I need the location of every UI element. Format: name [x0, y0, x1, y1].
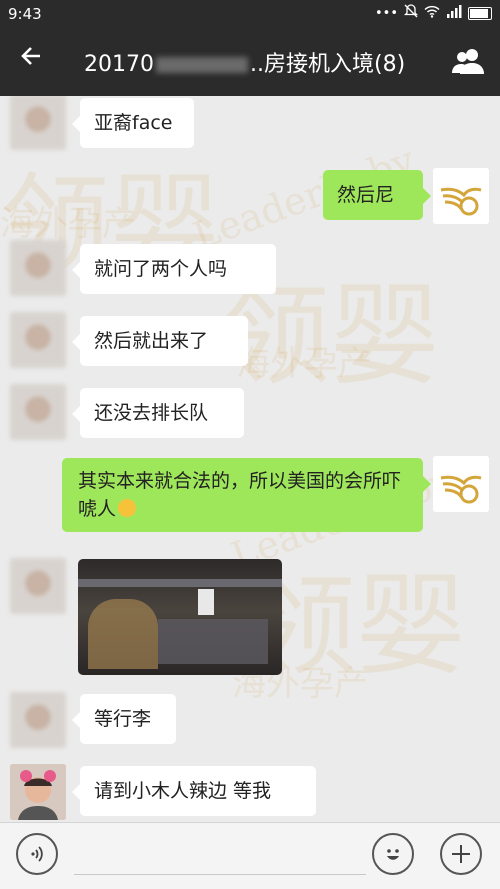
status-time: 9:43 — [8, 5, 42, 23]
avatar[interactable] — [10, 96, 66, 150]
avatar[interactable] — [10, 764, 66, 820]
message-bubble[interactable]: 亚裔face — [72, 98, 194, 148]
avatar-self[interactable] — [433, 456, 489, 512]
avatar[interactable] — [10, 384, 66, 440]
group-members-icon[interactable] — [452, 46, 486, 76]
voice-icon[interactable] — [16, 833, 58, 875]
photo-detail — [158, 619, 268, 664]
emoji-icon[interactable] — [372, 833, 414, 875]
photo-detail — [198, 589, 214, 615]
message-bubble[interactable]: 请到小木人辣边 等我 — [72, 766, 316, 816]
input-bar — [0, 822, 500, 889]
message-input[interactable] — [74, 874, 366, 875]
mute-bell-icon — [403, 4, 419, 22]
avatar[interactable] — [10, 240, 66, 296]
avatar[interactable] — [10, 312, 66, 368]
person-avatar-icon — [10, 764, 66, 820]
message-bubble-self[interactable]: 然后尼 — [323, 170, 431, 220]
message-image[interactable] — [78, 559, 282, 675]
chat-header: 20170 ..房接机入境(8) — [0, 28, 500, 96]
watermark-tagline: 海外孕产 — [236, 344, 372, 384]
avatar[interactable] — [10, 692, 66, 748]
message-bubble[interactable]: 等行李 — [72, 694, 176, 744]
message-bubble-self[interactable]: 其实本来就合法的，所以美国的会所吓唬人 — [62, 458, 431, 532]
signal-icon — [446, 4, 462, 22]
status-icons: ••• — [375, 4, 492, 22]
back-arrow-icon[interactable] — [18, 42, 46, 80]
avatar[interactable] — [10, 558, 66, 614]
redacted-title-part — [156, 57, 248, 73]
leaderbaby-logo-icon — [433, 456, 489, 512]
message-bubble[interactable]: 还没去排长队 — [72, 388, 244, 438]
chat-title-prefix: 20170 — [84, 52, 154, 77]
chat-title: 20170 ..房接机入境(8) — [84, 46, 405, 78]
status-bar: 9:43 ••• — [0, 0, 500, 28]
thinking-emoji-icon — [118, 499, 137, 517]
chat-area[interactable]: LeaderBaby 领婴 海外孕产 LeaderBaby 领婴 海外孕产 领婴… — [0, 96, 500, 822]
chat-title-suffix: ..房接机入境(8) — [250, 52, 406, 77]
battery-icon — [468, 6, 492, 20]
more-dots-icon: ••• — [374, 5, 398, 21]
wifi-icon — [424, 5, 440, 22]
watermark-tagline: 海外孕产 — [0, 204, 136, 244]
leaderbaby-logo-icon — [433, 168, 489, 224]
avatar-self[interactable] — [433, 168, 489, 224]
message-bubble[interactable]: 然后就出来了 — [72, 316, 248, 366]
photo-detail — [88, 599, 158, 669]
message-bubble[interactable]: 就问了两个人吗 — [72, 244, 276, 294]
plus-icon[interactable] — [440, 833, 482, 875]
